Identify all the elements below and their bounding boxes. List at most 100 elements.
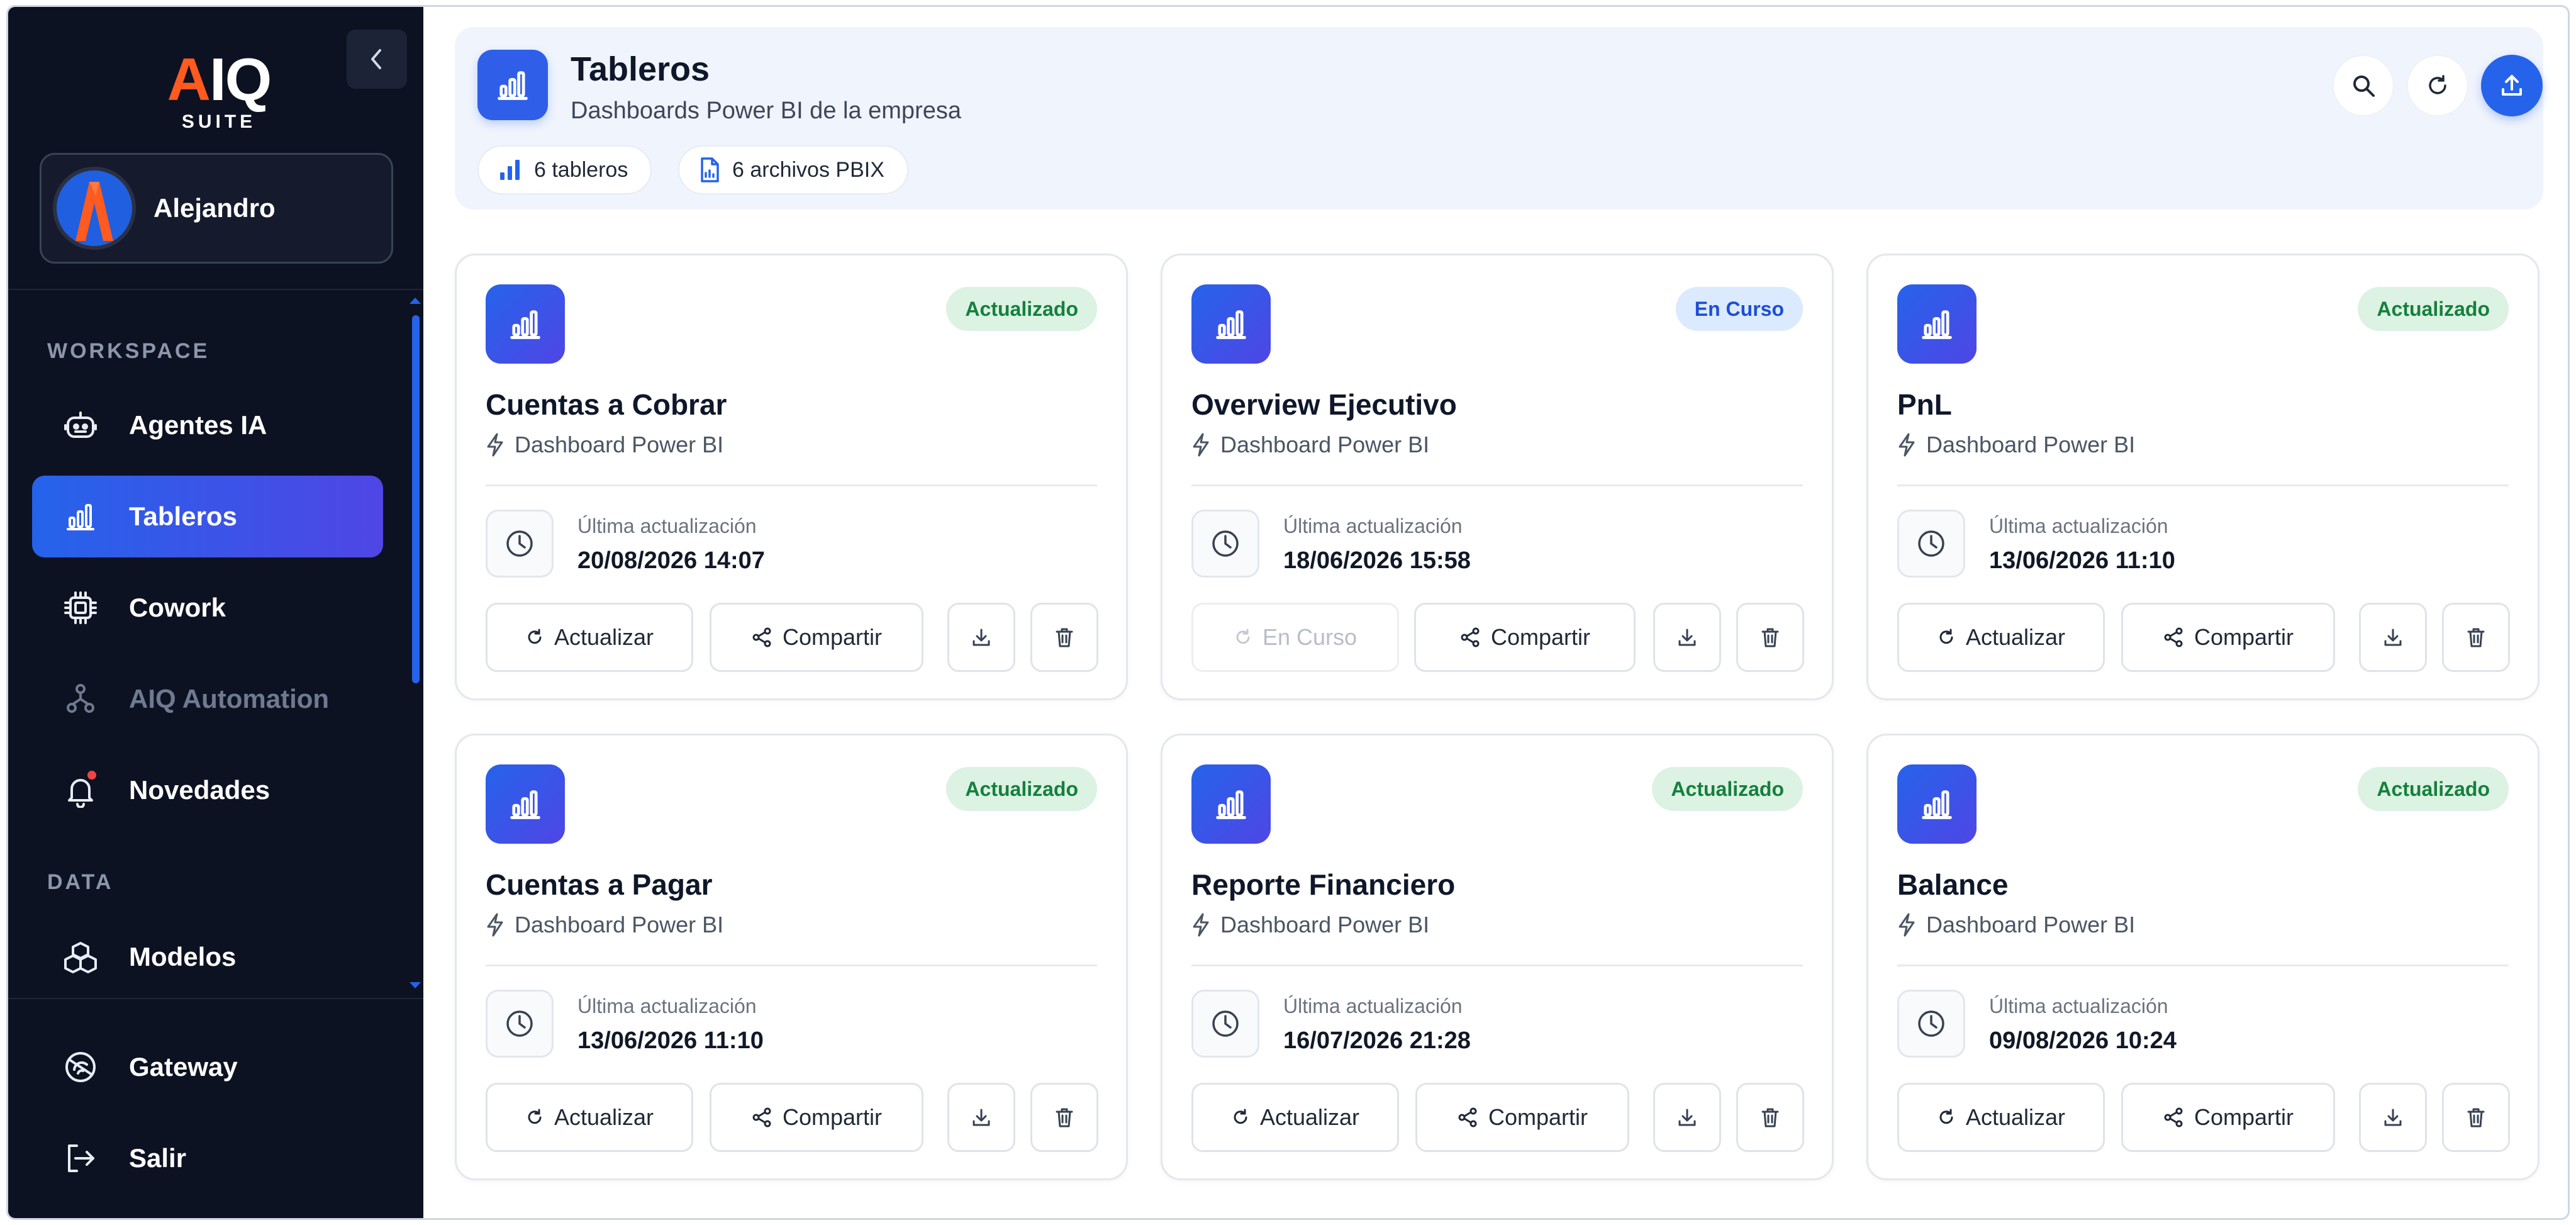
sidebar-item-agentes-ia[interactable]: Agentes IA	[32, 384, 383, 466]
status-badge: Actualizado	[946, 767, 1097, 811]
status-badge: Actualizado	[2358, 767, 2509, 811]
bell-icon	[59, 768, 103, 812]
delete-button[interactable]	[2442, 603, 2510, 672]
search-button[interactable]	[2333, 55, 2394, 116]
clock-icon	[1897, 510, 1965, 578]
card-subtitle: Dashboard Power BI	[1191, 432, 1429, 458]
sidebar-item-modelos[interactable]: Modelos	[32, 916, 383, 998]
logout-icon	[59, 1136, 103, 1180]
clock-icon	[1897, 990, 1965, 1058]
share-icon	[751, 1107, 772, 1128]
divider	[1191, 965, 1803, 966]
scroll-down-arrow[interactable]	[410, 982, 421, 988]
download-button[interactable]	[947, 1083, 1015, 1152]
share-button[interactable]: Compartir	[710, 603, 923, 672]
bolt-icon	[486, 433, 505, 457]
last-update-label: Última actualización	[1989, 995, 2168, 1017]
chip-label: 6 tableros	[534, 157, 628, 182]
refresh-dashboard-button-running[interactable]: En Curso	[1191, 603, 1399, 672]
card-subtitle: Dashboard Power BI	[1897, 432, 2135, 458]
delete-button[interactable]	[1030, 603, 1098, 672]
status-badge: En Curso	[1675, 287, 1803, 331]
share-button[interactable]: Compartir	[1414, 603, 1636, 672]
chip-tableros-count: 6 tableros	[477, 145, 652, 194]
dashboard-card[interactable]: Actualizado PnL Dashboard Power BI Últim…	[1866, 254, 2540, 700]
button-label: Actualizar	[554, 1104, 654, 1130]
card-subtitle-text: Dashboard Power BI	[515, 912, 724, 937]
download-button[interactable]	[1653, 1083, 1721, 1152]
dashboard-card[interactable]: Actualizado Cuentas a Pagar Dashboard Po…	[455, 734, 1128, 1180]
sidebar-item-label: AIQ Automation	[129, 684, 330, 713]
delete-button[interactable]	[1736, 1083, 1804, 1152]
share-button[interactable]: Compartir	[2121, 603, 2335, 672]
last-update-value: 13/06/2026 11:10	[577, 1027, 764, 1054]
sidebar-scrollbar[interactable]	[412, 315, 420, 683]
delete-button[interactable]	[2442, 1083, 2510, 1152]
download-button[interactable]	[2359, 603, 2427, 672]
divider	[1897, 484, 2509, 486]
user-name: Alejandro	[153, 193, 276, 223]
bar-chart-icon	[1897, 284, 1977, 364]
dashboard-card[interactable]: Actualizado Balance Dashboard Power BI Ú…	[1866, 734, 2540, 1180]
delete-button[interactable]	[1030, 1083, 1098, 1152]
section-label-workspace: WORKSPACE	[47, 339, 210, 363]
share-icon	[2163, 627, 2184, 648]
file-icon	[698, 157, 721, 183]
last-update-value: 16/07/2026 21:28	[1283, 1027, 1471, 1054]
download-button[interactable]	[947, 603, 1015, 672]
cubes-icon	[59, 935, 103, 979]
bolt-icon	[1897, 433, 1916, 457]
button-label: En Curso	[1262, 624, 1358, 650]
refresh-icon	[1937, 1108, 1956, 1127]
card-subtitle-text: Dashboard Power BI	[1220, 912, 1430, 937]
sidebar-item-label: Gateway	[129, 1052, 238, 1082]
bar-chart-icon	[1191, 284, 1271, 364]
refresh-dashboard-button[interactable]: Actualizar	[1897, 603, 2105, 672]
download-button[interactable]	[2359, 1083, 2427, 1152]
button-label: Actualizar	[1965, 624, 2066, 650]
share-icon	[751, 627, 772, 648]
clock-icon	[486, 510, 554, 578]
sidebar-item-novedades[interactable]: Novedades	[32, 749, 383, 831]
share-button[interactable]: Compartir	[710, 1083, 923, 1152]
scroll-up-arrow[interactable]	[410, 298, 421, 304]
trash-icon	[2465, 626, 2487, 649]
sidebar-item-gateway[interactable]: Gateway	[32, 1026, 383, 1108]
chip-icon	[59, 586, 103, 630]
dashboard-card[interactable]: En Curso Overview Ejecutivo Dashboard Po…	[1161, 254, 1834, 700]
sidebar-item-tableros[interactable]: Tableros	[32, 476, 383, 557]
share-icon	[1457, 1107, 1478, 1128]
bolt-icon	[1191, 433, 1210, 457]
last-update-label: Última actualización	[577, 515, 757, 537]
collapse-sidebar-button[interactable]	[347, 30, 407, 89]
share-button[interactable]: Compartir	[2121, 1083, 2335, 1152]
divider	[486, 965, 1097, 966]
dashboard-card[interactable]: Actualizado Reporte Financiero Dashboard…	[1161, 734, 1834, 1180]
upload-button[interactable]	[2481, 55, 2543, 116]
sidebar-item-aiq-automation[interactable]: AIQ Automation	[32, 658, 383, 740]
share-button[interactable]: Compartir	[1415, 1083, 1629, 1152]
search-icon	[2353, 76, 2375, 97]
page-header: Tableros Dashboards Power BI de la empre…	[455, 27, 2543, 210]
download-button[interactable]	[1653, 603, 1721, 672]
refresh-dashboard-button[interactable]: Actualizar	[486, 1083, 693, 1152]
refresh-dashboard-button[interactable]: Actualizar	[1191, 1083, 1399, 1152]
card-subtitle-text: Dashboard Power BI	[1220, 432, 1430, 457]
delete-button[interactable]	[1736, 603, 1804, 672]
refresh-dashboard-button[interactable]: Actualizar	[486, 603, 693, 672]
refresh-dashboard-button[interactable]: Actualizar	[1897, 1083, 2105, 1152]
card-title: PnL	[1897, 388, 1952, 421]
logo-iq: IQ	[209, 46, 272, 113]
download-icon	[2382, 1106, 2404, 1129]
card-subtitle-text: Dashboard Power BI	[515, 432, 724, 457]
dashboard-card[interactable]: Actualizado Cuentas a Cobrar Dashboard P…	[455, 254, 1128, 700]
sidebar-item-salir[interactable]: Salir	[32, 1117, 383, 1199]
sidebar-item-cowork[interactable]: Cowork	[32, 567, 383, 649]
last-update-value: 20/08/2026 14:07	[577, 547, 765, 574]
refresh-button[interactable]	[2407, 55, 2468, 116]
user-profile-card[interactable]: Alejandro	[40, 153, 393, 264]
bar-chart-icon	[498, 157, 523, 182]
divider	[8, 998, 423, 999]
section-label-data: DATA	[47, 870, 114, 894]
avatar	[53, 167, 136, 250]
